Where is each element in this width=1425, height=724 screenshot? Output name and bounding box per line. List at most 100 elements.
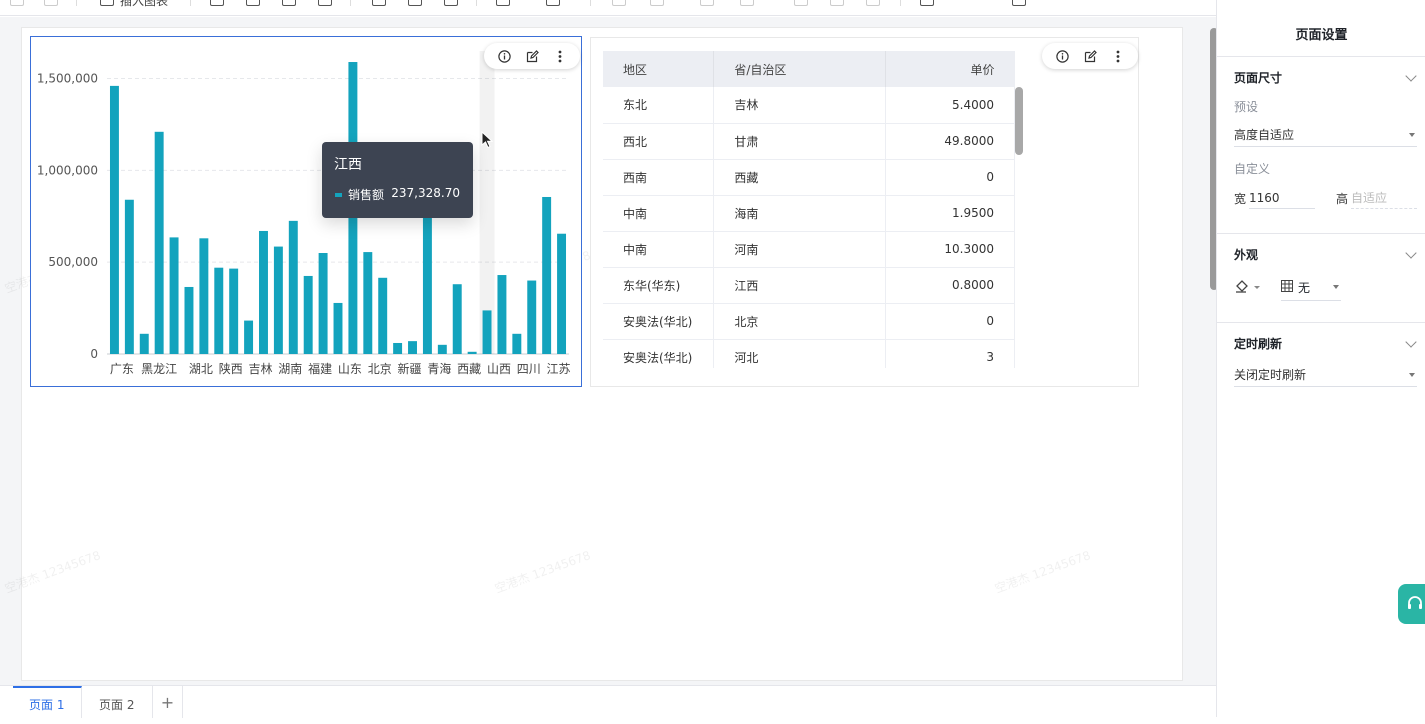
table-header-cell[interactable]: 地区	[603, 51, 715, 87]
bar[interactable]	[288, 220, 298, 354]
table-icon[interactable]	[210, 0, 224, 6]
preset-select-value: 高度自适应	[1234, 128, 1295, 142]
bar[interactable]	[214, 267, 224, 354]
align-top-icon[interactable]	[740, 0, 754, 6]
bar[interactable]	[184, 286, 194, 354]
insert-chart-icon[interactable]	[100, 0, 114, 6]
undo-icon[interactable]	[10, 0, 24, 6]
calendar-icon[interactable]	[444, 0, 458, 6]
bar[interactable]	[139, 333, 149, 354]
table-row[interactable]: 中南 海南 1.9500	[603, 195, 1015, 232]
refresh-section-title[interactable]: 定时刷新	[1234, 335, 1282, 352]
brush-icon[interactable]	[408, 0, 422, 6]
table-cell: 安奥法(华北)	[603, 303, 715, 340]
y-tick-label: 0	[90, 347, 98, 361]
bar[interactable]	[303, 275, 313, 354]
image-icon[interactable]	[318, 0, 332, 6]
align-bottom-icon[interactable]	[830, 0, 844, 6]
preset-select[interactable]: 高度自适应	[1234, 123, 1417, 147]
align-left-icon[interactable]	[612, 0, 626, 6]
insert-chart-label[interactable]: 插入图表	[120, 0, 168, 9]
bar[interactable]	[199, 238, 209, 354]
bar-chart-widget[interactable]: 1,500,000 1,000,000 500,000 0 广东 黑龙江 湖北 陕西 吉林 湖南福…	[30, 36, 582, 387]
bar[interactable]	[452, 284, 462, 354]
bar[interactable]	[333, 302, 343, 354]
refresh-select[interactable]: 关闭定时刷新	[1234, 363, 1417, 387]
web-icon[interactable]	[282, 0, 296, 6]
bar[interactable]	[259, 230, 268, 354]
border-style-select[interactable]: 无	[1281, 279, 1341, 301]
chevron-down-icon[interactable]	[1405, 336, 1417, 348]
bar[interactable]	[124, 199, 134, 354]
width-input[interactable]: 1160	[1249, 187, 1315, 209]
caret-down-icon	[1333, 285, 1339, 289]
table-cell: 甘肃	[713, 123, 887, 160]
bar[interactable]	[437, 344, 447, 354]
info-icon[interactable]	[1054, 48, 1070, 64]
table-row[interactable]: 西北 甘肃 49.8000	[603, 123, 1015, 160]
bar[interactable]	[169, 237, 179, 354]
table-cell: 河北	[713, 339, 887, 368]
text-icon[interactable]	[246, 0, 260, 6]
distribute-icon[interactable]	[866, 0, 880, 6]
chevron-down-icon[interactable]	[1405, 247, 1417, 259]
table-widget[interactable]: 地区 省/自治区 单价 东北 吉林 5.4000 西北 甘肃 49.8000 西南 西藏 0 中南…	[590, 37, 1139, 387]
table-row[interactable]: 东华(华东) 江西 0.8000	[603, 267, 1015, 304]
bar[interactable]	[154, 131, 164, 354]
bar[interactable]	[482, 310, 492, 354]
x-tick-label: 山西	[487, 362, 511, 376]
bar[interactable]	[542, 196, 552, 354]
layer-icon[interactable]	[496, 0, 510, 6]
bar[interactable]	[229, 268, 239, 354]
table-cell: 安奥法(华北)	[603, 339, 715, 368]
tab-page-1[interactable]: 页面 1	[13, 686, 82, 718]
more-vertical-icon[interactable]	[552, 48, 568, 64]
align-center-icon[interactable]	[650, 0, 664, 6]
bar[interactable]	[378, 277, 388, 354]
table-cell: 49.8000	[885, 123, 1015, 160]
table-header-cell[interactable]: 单价	[885, 51, 1015, 87]
table-row[interactable]: 中南 河南 10.3000	[603, 231, 1015, 268]
x-tick-label: 黑龙江	[141, 362, 177, 376]
more-vertical-icon[interactable]	[1110, 48, 1126, 64]
filter-icon[interactable]	[372, 0, 386, 6]
chevron-down-icon[interactable]	[1012, 0, 1026, 6]
copy-icon[interactable]	[546, 0, 560, 6]
height-input[interactable]: 自适应	[1351, 187, 1417, 209]
bar[interactable]	[109, 85, 119, 355]
bar[interactable]	[422, 207, 432, 354]
appearance-section-title[interactable]: 外观	[1234, 246, 1258, 263]
align-right-icon[interactable]	[700, 0, 714, 6]
table-row[interactable]: 东北 吉林 5.4000	[603, 87, 1015, 124]
table-scrollbar[interactable]	[1015, 87, 1023, 155]
page-size-section-title[interactable]: 页面尺寸	[1234, 69, 1282, 86]
info-icon[interactable]	[496, 48, 512, 64]
redo-icon[interactable]	[44, 0, 58, 6]
bar[interactable]	[318, 253, 328, 354]
x-tick-label: 广东	[110, 362, 134, 376]
bar[interactable]	[467, 351, 477, 354]
fill-color-picker[interactable]	[1234, 279, 1262, 295]
bar[interactable]	[363, 252, 373, 354]
bar[interactable]	[497, 275, 507, 354]
bar[interactable]	[408, 341, 417, 354]
chevron-down-icon[interactable]	[1405, 70, 1417, 82]
align-middle-icon[interactable]	[794, 0, 808, 6]
edit-icon[interactable]	[1082, 48, 1098, 64]
bar[interactable]	[512, 333, 522, 354]
bar[interactable]	[244, 320, 254, 354]
table-row[interactable]: 安奥法(华北) 河北 3	[603, 339, 1015, 368]
bar[interactable]	[273, 246, 283, 354]
tab-page-2[interactable]: 页面 2	[83, 686, 153, 718]
edit-icon[interactable]	[524, 48, 540, 64]
add-page-button[interactable]: +	[153, 686, 183, 718]
bar[interactable]	[557, 233, 567, 354]
table-row[interactable]: 西南 西藏 0	[603, 159, 1015, 196]
more-icon[interactable]	[920, 0, 934, 6]
bar[interactable]	[527, 280, 537, 354]
table-header-cell[interactable]: 省/自治区	[713, 51, 887, 87]
bar[interactable]	[393, 342, 403, 354]
table-row[interactable]: 安奥法(华北) 北京 0	[603, 303, 1015, 340]
series-color-marker	[335, 193, 342, 197]
customer-support-button[interactable]	[1398, 584, 1425, 624]
